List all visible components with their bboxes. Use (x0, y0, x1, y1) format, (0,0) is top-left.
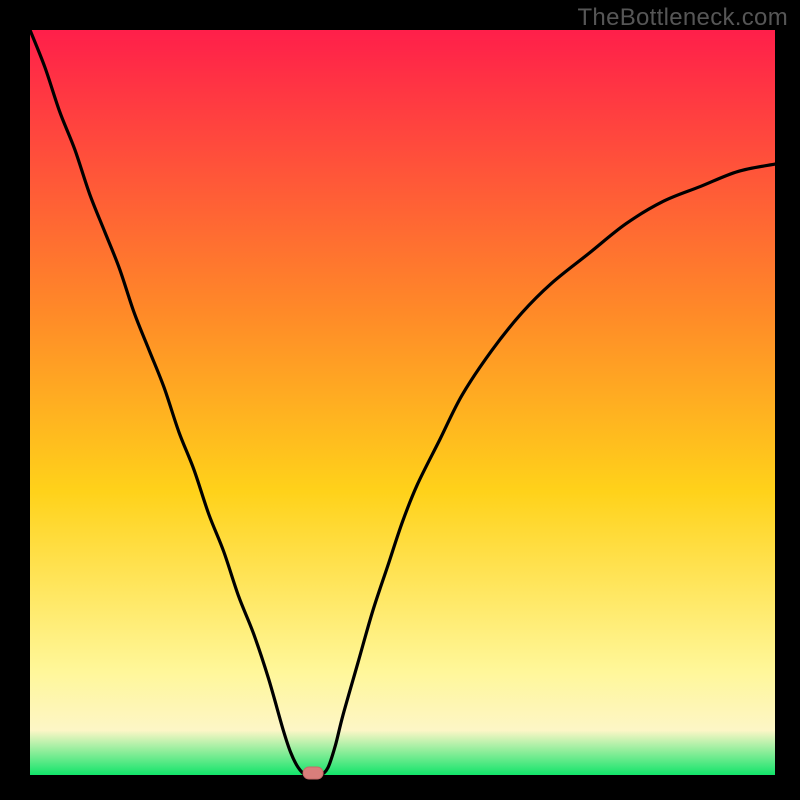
chart-svg (0, 0, 800, 800)
chart-frame: TheBottleneck.com (0, 0, 800, 800)
watermark-text: TheBottleneck.com (577, 4, 788, 32)
optimal-marker (303, 767, 323, 779)
plot-background (30, 30, 775, 775)
